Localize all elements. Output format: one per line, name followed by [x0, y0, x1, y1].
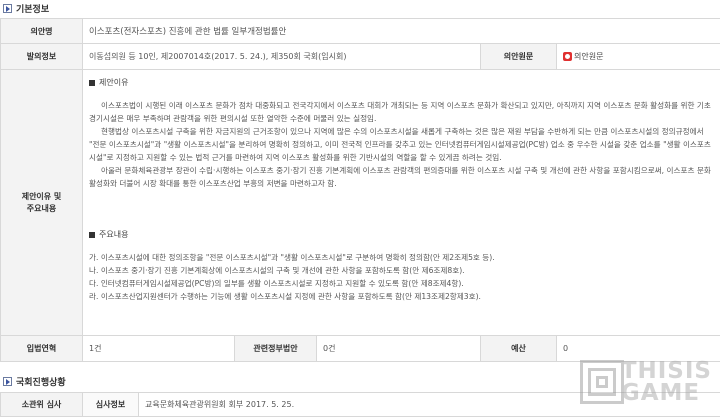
section-title: 기본정보 — [16, 4, 50, 15]
review-label: 심사정보 — [82, 392, 139, 417]
reason-heading: 제안이유 — [89, 76, 714, 89]
reason-label-text: 제안이유 및 주요내용 — [21, 191, 62, 213]
bullet-square-icon — [89, 79, 95, 86]
original-link-text[interactable]: 의안원문 — [574, 52, 603, 61]
proposer-info: 이동섭의원 등 10인, 제2007014호(2017. 5. 24.), 제3… — [82, 43, 481, 70]
watermark-line1: THISIS — [620, 358, 712, 384]
watermark-logo: THISIS GAME — [580, 356, 712, 408]
history-value[interactable]: 1건 — [82, 335, 235, 362]
proposer-label: 발의정보 — [0, 43, 83, 70]
main-heading-text: 주요내용 — [99, 230, 129, 239]
related-label: 관련정부법안 — [234, 335, 317, 362]
reason-paragraph: 이스포츠법이 시행된 이래 이스포츠 문화가 점차 대중화되고 전국각지에서 이… — [89, 101, 711, 123]
history-label: 입법연혁 — [0, 335, 83, 362]
bullet-square-icon — [89, 231, 95, 238]
original-link[interactable]: 의안원문 — [556, 43, 720, 70]
reason-heading-text: 제안이유 — [99, 78, 129, 87]
main-item: 나. 이스포츠 중기·장기 진흥 기본계획상에 이스포츠시설의 구축 및 개선에… — [89, 266, 465, 275]
section-arrow-icon — [3, 3, 12, 13]
progress-header: 국회진행상황 — [0, 373, 66, 389]
watermark-line2: GAME — [620, 380, 701, 406]
reason-label: 제안이유 및 주요내용 — [0, 69, 83, 336]
bill-name: 이스포츠(전자스포츠) 진흥에 관한 법률 일부개정법률안 — [82, 18, 720, 44]
reason-paragraph: 아울러 문화체육관광부 장관이 수립·시행하는 이스포츠 중기·장기 진흥 기본… — [89, 166, 711, 188]
reason-paragraph: 현행법상 이스포츠시설 구축을 위한 자금지원의 근거조항이 있으나 지역에 많… — [89, 127, 711, 162]
main-heading: 주요내용 — [89, 228, 714, 241]
related-value[interactable]: 0건 — [316, 335, 481, 362]
budget-label: 예산 — [480, 335, 557, 362]
thisisgame-logo-icon — [580, 360, 624, 404]
committee-label: 소관위 심사 — [0, 392, 83, 417]
section-arrow-icon — [3, 376, 12, 386]
bill-name-label: 의안명 — [0, 18, 83, 44]
main-item: 가. 이스포츠시설에 대한 정의조항을 "전문 이스포츠시설"과 "생활 이스포… — [89, 253, 495, 262]
reason-content: 제안이유 이스포츠법이 시행된 이래 이스포츠 문화가 점차 대중화되고 전국각… — [82, 69, 720, 336]
main-item: 라. 이스포츠산업지원센터가 수행하는 기능에 생활 이스포츠시설 지정에 관한… — [89, 292, 481, 301]
main-item: 다. 인터넷컴퓨터게임시설제공업(PC방)의 일부를 생활 이스포츠시설로 지정… — [89, 279, 464, 288]
basic-info-header: 기본정보 — [0, 0, 50, 16]
basic-info-table: 의안명 이스포츠(전자스포츠) 진흥에 관한 법률 일부개정법률안 발의정보 이… — [0, 18, 720, 362]
reason-block: 제안이유 이스포츠법이 시행된 이래 이스포츠 문화가 점차 대중화되고 전국각… — [89, 70, 714, 307]
pdf-icon — [563, 52, 572, 61]
original-label: 의안원문 — [480, 43, 557, 70]
section-title: 국회진행상황 — [16, 377, 66, 388]
